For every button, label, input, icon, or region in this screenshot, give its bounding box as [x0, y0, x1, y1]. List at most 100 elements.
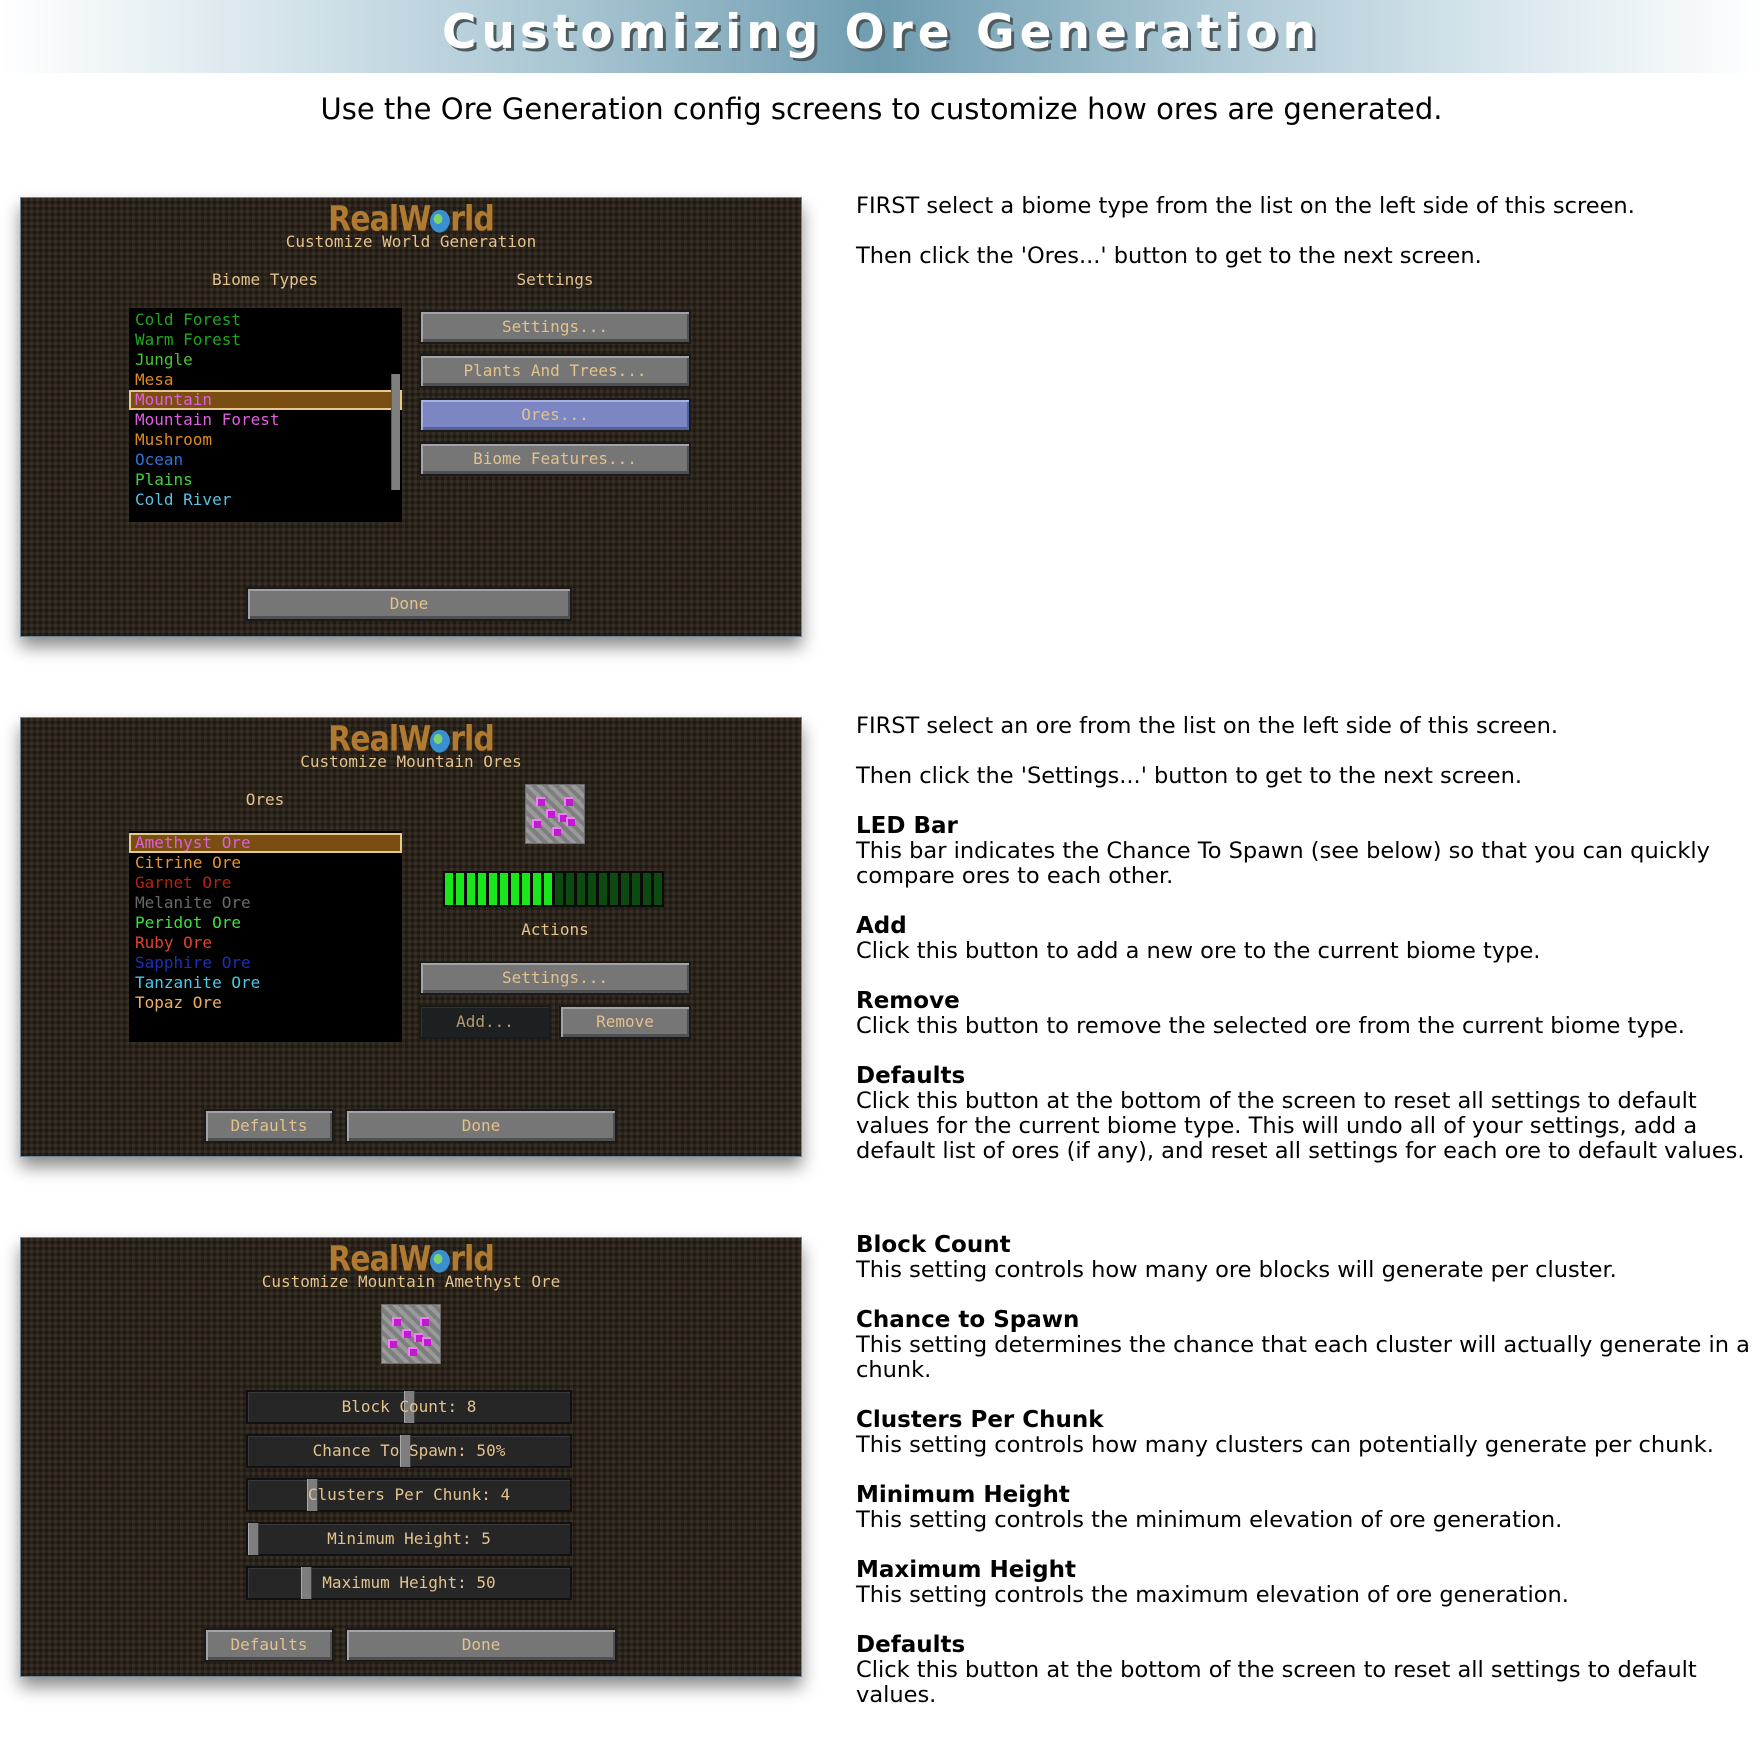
ore-setting-slider[interactable]: Chance To Spawn: 50% — [246, 1434, 572, 1468]
led-segment-unlit — [588, 873, 596, 905]
description-heading: Chance to Spawn — [856, 1307, 1080, 1333]
add-ore-button[interactable]: Add... — [419, 1005, 551, 1039]
ore-setting-slider[interactable]: Minimum Height: 5 — [246, 1522, 572, 1556]
ore-list-item[interactable]: Tanzanite Ore — [129, 973, 402, 993]
ore-settings-button[interactable]: Settings... — [419, 961, 691, 995]
biome-features-button[interactable]: Biome Features... — [419, 442, 691, 476]
slider-label: Chance To Spawn: 50% — [312, 1441, 506, 1460]
biome-screen-description: FIRST select a biome type from the list … — [856, 194, 1756, 294]
led-segment-unlit — [577, 873, 585, 905]
instruction-text: Then click the 'Settings...' button to g… — [856, 763, 1522, 789]
led-bar — [443, 871, 664, 907]
done-button[interactable]: Done — [345, 1109, 617, 1143]
screen-title: Customize Mountain Ores — [300, 752, 522, 771]
ore-setting-slider[interactable]: Clusters Per Chunk: 4 — [246, 1478, 572, 1512]
actions-label: Actions — [521, 920, 589, 939]
ore-setting-slider[interactable]: Block Count: 8 — [246, 1390, 572, 1424]
led-segment-lit — [478, 873, 486, 905]
ore-settings-screen: RealW rld Customize Mountain Amethyst Ore… — [20, 1237, 802, 1677]
done-button[interactable]: Done — [345, 1628, 617, 1662]
led-segment-lit — [511, 873, 519, 905]
led-segment-lit — [544, 873, 552, 905]
biome-list-item[interactable]: Cold River — [129, 490, 402, 510]
biome-list[interactable]: Cold Forest Warm Forest Jungle Mesa Mountain… — [129, 308, 402, 522]
ores-label: Ores — [245, 790, 285, 809]
description-text: Click this button to add a new ore to th… — [856, 938, 1541, 964]
description-heading: Minimum Height — [856, 1482, 1070, 1508]
ore-list-item[interactable]: Garnet Ore — [129, 873, 402, 893]
led-segment-unlit — [566, 873, 574, 905]
ores-config-screen: RealW rld Customize Mountain Ores Ores Am… — [20, 717, 802, 1157]
amethyst-ore-icon — [381, 1304, 441, 1364]
description-text: This setting controls how many clusters … — [856, 1432, 1714, 1458]
settings-label: Settings — [516, 270, 594, 289]
led-segment-unlit — [621, 873, 629, 905]
defaults-button[interactable]: Defaults — [204, 1628, 334, 1662]
ore-list-item[interactable]: Amethyst Ore — [129, 833, 402, 853]
led-segment-unlit — [610, 873, 618, 905]
ores-screen-description: FIRST select an ore from the list on the… — [856, 714, 1756, 1189]
led-segment-unlit — [654, 873, 662, 905]
ore-list-item[interactable]: Melanite Ore — [129, 893, 402, 913]
description-text: This bar indicates the Chance To Spawn (… — [856, 838, 1710, 889]
biome-config-screen: RealW rld Customize World Generation Biom… — [20, 197, 802, 637]
slider-label: Minimum Height: 5 — [327, 1529, 491, 1548]
ores-button[interactable]: Ores... — [419, 398, 691, 432]
slider-label: Block Count: 8 — [341, 1397, 477, 1416]
biome-types-label: Biome Types — [212, 270, 318, 289]
page-subtitle: Use the Ore Generation config screens to… — [320, 92, 1443, 126]
instruction-text: FIRST select a biome type from the list … — [856, 193, 1635, 219]
slider-label: Clusters Per Chunk: 4 — [307, 1485, 511, 1504]
description-text: This setting controls the maximum elevat… — [856, 1582, 1569, 1608]
led-segment-lit — [456, 873, 464, 905]
biome-list-item[interactable]: Mountain — [129, 390, 402, 410]
remove-ore-button[interactable]: Remove — [559, 1005, 691, 1039]
screen-title: Customize Mountain Amethyst Ore — [261, 1272, 561, 1291]
biome-list-item[interactable]: Mushroom — [129, 430, 402, 450]
led-segment-unlit — [555, 873, 563, 905]
biome-list-item[interactable]: Ocean — [129, 450, 402, 470]
description-heading: Defaults — [856, 1063, 966, 1089]
ore-list-item[interactable]: Peridot Ore — [129, 913, 402, 933]
description-heading: Block Count — [856, 1232, 1011, 1258]
defaults-button[interactable]: Defaults — [204, 1109, 334, 1143]
slider-thumb[interactable] — [300, 1567, 312, 1599]
slider-thumb[interactable] — [248, 1523, 259, 1555]
biome-list-item[interactable]: Jungle — [129, 350, 402, 370]
ore-list-item[interactable]: Ruby Ore — [129, 933, 402, 953]
description-heading: Maximum Height — [856, 1557, 1077, 1583]
globe-icon — [430, 209, 451, 233]
settings-button[interactable]: Settings... — [419, 310, 691, 344]
led-segment-lit — [522, 873, 530, 905]
ore-list-item[interactable]: Citrine Ore — [129, 853, 402, 873]
description-text: Click this button to remove the selected… — [856, 1013, 1685, 1039]
page-title: Customizing Ore Generation — [441, 5, 1322, 60]
ore-list[interactable]: Amethyst Ore Citrine Ore Garnet Ore Melanit… — [129, 831, 402, 1042]
ore-setting-slider[interactable]: Maximum Height: 50 — [246, 1566, 572, 1600]
screen-title: Customize World Generation — [285, 232, 537, 251]
amethyst-ore-icon — [525, 784, 585, 844]
led-segment-lit — [467, 873, 475, 905]
description-text: This setting determines the chance that … — [856, 1332, 1750, 1383]
globe-icon — [430, 1249, 451, 1273]
description-text: Click this button at the bottom of the s… — [856, 1657, 1697, 1708]
ore-list-item[interactable]: Topaz Ore — [129, 993, 402, 1013]
biome-list-item[interactable]: Warm Forest — [129, 330, 402, 350]
biome-list-item[interactable]: Mesa — [129, 370, 402, 390]
biome-list-scrollbar[interactable] — [391, 374, 400, 490]
done-button[interactable]: Done — [246, 587, 572, 621]
description-heading: Clusters Per Chunk — [856, 1407, 1104, 1433]
led-segment-lit — [489, 873, 497, 905]
ore-list-item[interactable]: Sapphire Ore — [129, 953, 402, 973]
biome-list-item[interactable]: Cold Forest — [129, 310, 402, 330]
led-segment-unlit — [599, 873, 607, 905]
description-heading: Remove — [856, 988, 960, 1014]
biome-list-item[interactable]: Mountain Forest — [129, 410, 402, 430]
description-text: Click this button at the bottom of the s… — [856, 1088, 1745, 1164]
description-text: This setting controls the minimum elevat… — [856, 1507, 1563, 1533]
plants-and-trees-button[interactable]: Plants And Trees... — [419, 354, 691, 388]
led-segment-lit — [500, 873, 508, 905]
description-heading: Defaults — [856, 1632, 966, 1658]
biome-list-item[interactable]: Plains — [129, 470, 402, 490]
led-segment-unlit — [643, 873, 651, 905]
